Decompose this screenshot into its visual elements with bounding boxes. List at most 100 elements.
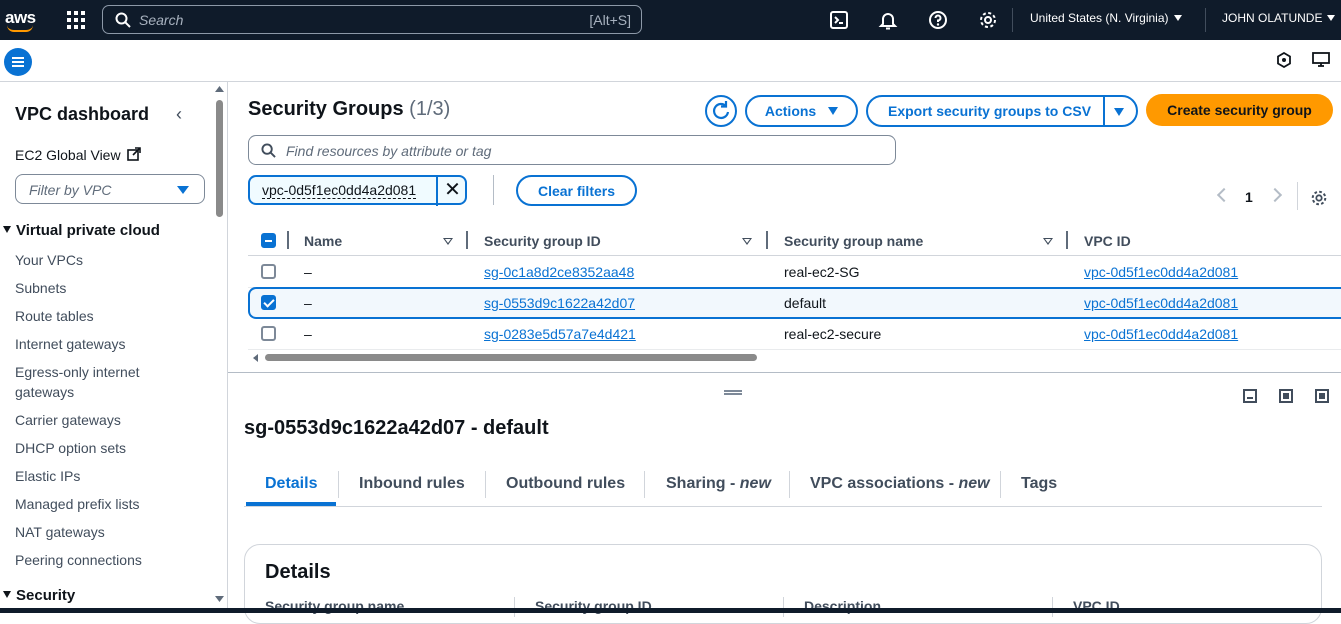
region-label: United States (N. Virginia) (1030, 11, 1169, 25)
table-preferences-gear-icon[interactable] (1310, 189, 1328, 207)
column-divider[interactable] (766, 231, 768, 249)
column-divider[interactable] (1066, 231, 1068, 249)
sidebar-item-your-vpcs[interactable]: Your VPCs (15, 250, 165, 270)
close-sidebar-icon[interactable]: ‹ (176, 104, 182, 125)
panel-fullscreen-icon[interactable] (1315, 389, 1329, 403)
column-header-security-group-name[interactable]: Security group name (784, 233, 923, 249)
cell-security-group-id-link[interactable]: sg-0c1a8d2ce8352aa48 (484, 264, 634, 280)
global-search-input[interactable]: Search [Alt+S] (102, 5, 642, 34)
export-csv-label: Export security groups to CSV (888, 103, 1092, 119)
sort-icon[interactable] (742, 238, 752, 245)
tab-sharing[interactable]: Sharing - new (666, 475, 771, 493)
filter-token[interactable]: vpc-0d5f1ec0dd4a2d081 ✕ (248, 175, 467, 206)
row-checkbox[interactable] (261, 326, 276, 341)
column-divider[interactable] (466, 231, 468, 249)
sidebar-scrollbar[interactable] (216, 100, 223, 217)
details-card-title: Details (265, 561, 331, 583)
cell-name: – (304, 264, 312, 280)
gear-icon[interactable] (978, 10, 998, 30)
cloudshell-icon[interactable] (829, 10, 849, 30)
side-nav-toggle-button[interactable] (4, 48, 32, 76)
split-button-divider (1103, 97, 1105, 125)
scroll-left-icon[interactable] (253, 354, 258, 362)
clear-filters-button[interactable]: Clear filters (516, 175, 637, 206)
table-row[interactable]: – sg-0283e5d57a7e4d421 real-ec2-secure v… (248, 319, 1341, 350)
account-menu[interactable]: JOHN OLATUNDE (1222, 11, 1336, 25)
cell-security-group-name: default (784, 295, 827, 311)
resize-handle-icon[interactable] (724, 390, 742, 395)
actions-button[interactable]: Actions (745, 95, 858, 127)
sidebar-item-dhcp-option-sets[interactable]: DHCP option sets (15, 438, 165, 458)
cell-security-group-name: real-ec2-secure (784, 326, 882, 342)
table-horizontal-scrollbar[interactable] (265, 354, 757, 361)
aws-logo[interactable]: aws (4, 6, 38, 34)
tab-tags[interactable]: Tags (1021, 475, 1057, 493)
hexagon-icon[interactable] (1276, 52, 1292, 68)
column-header-security-group-id[interactable]: Security group ID (484, 233, 601, 249)
page-title-text: Security Groups (248, 98, 404, 120)
refresh-button[interactable] (705, 95, 737, 127)
cell-security-group-id-link[interactable]: sg-0283e5d57a7e4d421 (484, 326, 636, 342)
services-grid-icon[interactable] (67, 11, 85, 29)
tab-label: Details (265, 475, 318, 492)
row-checkbox[interactable] (261, 295, 276, 310)
table-row[interactable]: – sg-0553d9c1622a42d07 default vpc-0d5f1… (248, 287, 1341, 319)
sidebar-item-internet-gateways[interactable]: Internet gateways (15, 334, 165, 354)
tab-outbound-rules[interactable]: Outbound rules (506, 475, 625, 493)
tab-details[interactable]: Details (265, 475, 317, 493)
cell-vpc-id-link[interactable]: vpc-0d5f1ec0dd4a2d081 (1084, 326, 1238, 342)
sidebar-item-managed-prefix-lists[interactable]: Managed prefix lists (15, 494, 165, 514)
section-security[interactable]: Security (0, 587, 75, 604)
expand-triangle-icon (3, 591, 11, 598)
section-virtual-private-cloud[interactable]: Virtual private cloud (0, 222, 160, 239)
tab-label: Inbound rules (359, 475, 465, 492)
previous-page-icon[interactable] (1216, 187, 1232, 203)
sidebar-title[interactable]: VPC dashboard (15, 104, 149, 125)
scroll-down-icon[interactable] (215, 596, 224, 602)
sidebar-item-subnets[interactable]: Subnets (15, 278, 165, 298)
select-all-checkbox[interactable] (261, 233, 276, 248)
vpc-filter-select[interactable]: Filter by VPC (15, 174, 205, 204)
sidebar-item-elastic-ips[interactable]: Elastic IPs (15, 466, 165, 486)
panel-side-icon[interactable] (1279, 389, 1293, 403)
page-title: Security Groups (1/3) (248, 98, 450, 121)
remove-filter-icon[interactable]: ✕ (436, 176, 467, 206)
cell-security-group-name: real-ec2-SG (784, 264, 860, 280)
export-csv-button[interactable]: Export security groups to CSV (866, 95, 1138, 127)
region-selector[interactable]: United States (N. Virginia) (1030, 11, 1182, 25)
panel-bottom-icon[interactable] (1243, 389, 1257, 403)
cell-security-group-id-link[interactable]: sg-0553d9c1622a42d07 (484, 295, 635, 311)
page-number[interactable]: 1 (1245, 189, 1253, 205)
find-resources-input[interactable]: Find resources by attribute or tag (248, 135, 896, 165)
user-name: JOHN OLATUNDE (1222, 11, 1323, 25)
section-label: Security (16, 587, 76, 604)
sort-icon[interactable] (443, 238, 453, 245)
cell-vpc-id-link[interactable]: vpc-0d5f1ec0dd4a2d081 (1084, 264, 1238, 280)
next-page-icon[interactable] (1267, 187, 1283, 203)
sort-icon[interactable] (1043, 238, 1053, 245)
create-security-group-button[interactable]: Create security group (1146, 94, 1333, 126)
sidebar-item-route-tables[interactable]: Route tables (15, 306, 165, 326)
tab-label: Sharing - (666, 475, 740, 492)
bell-icon[interactable] (878, 10, 898, 30)
sidebar-item-ec2-global-view[interactable]: EC2 Global View (15, 147, 142, 163)
tab-vpc-associations[interactable]: VPC associations - new (810, 475, 990, 493)
sidebar-item-peering-connections[interactable]: Peering connections (15, 550, 165, 570)
cell-vpc-id-link[interactable]: vpc-0d5f1ec0dd4a2d081 (1084, 295, 1238, 311)
help-icon[interactable] (928, 10, 948, 30)
tab-inbound-rules[interactable]: Inbound rules (359, 475, 465, 493)
row-checkbox[interactable] (261, 264, 276, 279)
filter-divider (493, 175, 494, 205)
nav-divider (1205, 8, 1206, 32)
column-header-vpc-id[interactable]: VPC ID (1084, 233, 1131, 249)
display-settings-icon[interactable] (1312, 52, 1330, 68)
sidebar-item-egress-only-gateways[interactable]: Egress-only internet gateways (15, 362, 165, 402)
sidebar-item-nat-gateways[interactable]: NAT gateways (15, 522, 165, 542)
scroll-up-icon[interactable] (215, 86, 224, 92)
sidebar-item-carrier-gateways[interactable]: Carrier gateways (15, 410, 165, 430)
tab-divider (485, 471, 486, 498)
table-row[interactable]: – sg-0c1a8d2ce8352aa48 real-ec2-SG vpc-0… (248, 257, 1341, 288)
column-header-name[interactable]: Name (304, 233, 342, 249)
export-dropdown-icon[interactable] (1114, 108, 1124, 116)
refresh-icon (713, 101, 730, 119)
